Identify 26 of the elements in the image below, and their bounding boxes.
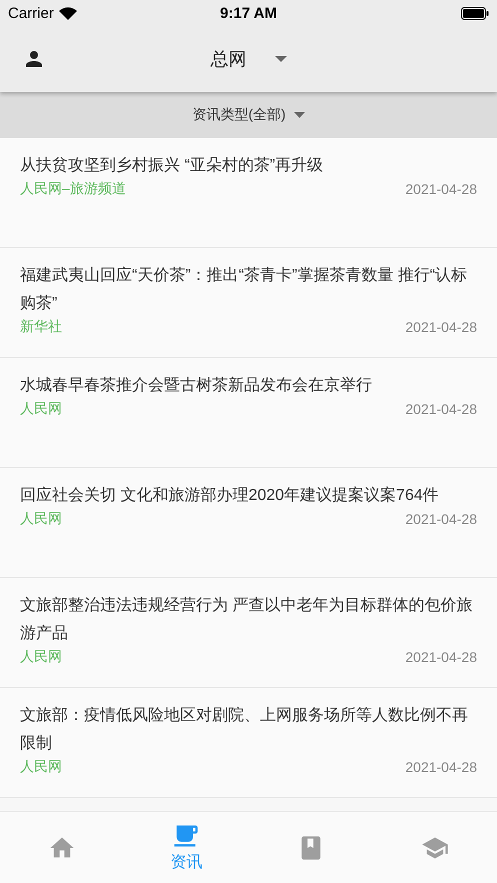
article-title: 从扶贫攻坚到乡村振兴 “亚朵村的茶”再升级 bbox=[20, 156, 324, 176]
article-date: 2021-04-28 bbox=[405, 319, 477, 335]
status-time: 9:17 AM bbox=[220, 4, 277, 22]
article-date: 2021-04-28 bbox=[405, 649, 477, 665]
battery-icon bbox=[461, 6, 489, 20]
article-title: 文旅部：疫情低风险地区对剧院、上网服务场所等人数比例不再限制 bbox=[20, 706, 469, 754]
carrier-name: Carrier bbox=[8, 4, 54, 22]
article-title: 文旅部整治违法违规经营行为 严查以中老年为目标群体的包价旅游产品 bbox=[20, 596, 474, 644]
article-date: 2021-04-28 bbox=[405, 401, 477, 417]
article-source: 人民网 bbox=[20, 758, 62, 776]
article-date: 2021-04-28 bbox=[405, 181, 477, 197]
article-source: 新华社 bbox=[20, 318, 62, 336]
dropdown-caret-icon[interactable] bbox=[294, 112, 305, 118]
dropdown-caret-icon[interactable] bbox=[274, 56, 286, 62]
article-source: 人民网 bbox=[20, 510, 62, 528]
article-date: 2021-04-28 bbox=[405, 759, 477, 775]
article-date: 2021-04-28 bbox=[405, 511, 477, 527]
category-filter[interactable]: 资讯类型(全部) bbox=[192, 106, 286, 124]
article-source: 人民网 bbox=[20, 648, 62, 666]
article-source: 人民网 bbox=[20, 400, 62, 418]
article-title: 回应社会关切 文化和旅游部办理2020年建议提案议案764件 bbox=[20, 485, 440, 506]
article-title: 水城春早春茶推介会暨古树茶新品发布会在京举行 bbox=[20, 376, 373, 396]
article-title: 福建武夷山回应“天价茶”：推出“茶青卡”掌握茶青数量 推行“认标购茶” bbox=[20, 266, 468, 314]
article-source: 人民网–旅游频道 bbox=[20, 180, 126, 198]
network-title[interactable]: 总网 bbox=[210, 47, 246, 71]
wifi-icon bbox=[58, 6, 77, 20]
